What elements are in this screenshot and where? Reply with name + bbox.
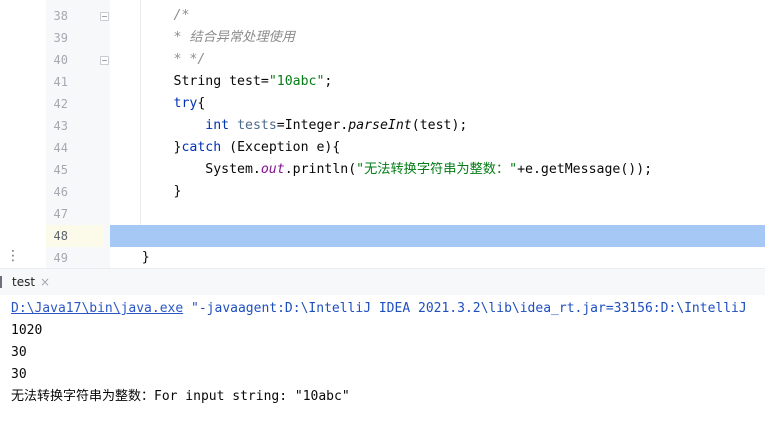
code-text: ; xyxy=(324,74,333,89)
keyword: catch xyxy=(181,140,222,155)
line-number: 40 xyxy=(53,53,68,67)
fold-end-icon[interactable] xyxy=(100,56,109,65)
command-args: "-javaagent:D:\IntelliJ IDEA 2021.3.2\li… xyxy=(183,301,747,316)
code-line-45: System.out.println("无法转换字符串为整数："+e.getMe… xyxy=(110,159,765,181)
line-number: 39 xyxy=(53,31,68,45)
java-exe-link[interactable]: D:\Java17\bin\java.exe xyxy=(11,301,183,316)
line-number: 46 xyxy=(53,185,68,199)
string-literal: "10abc" xyxy=(268,74,325,89)
keyword: int xyxy=(205,118,230,133)
tab-indicator xyxy=(0,276,2,288)
line-number: 49 xyxy=(53,251,68,265)
code-line-38: /* xyxy=(110,5,765,27)
code-line-44: }catch (Exception e){ xyxy=(110,137,765,159)
type-name: String xyxy=(173,74,222,89)
fold-markers xyxy=(99,5,109,268)
code-editor[interactable]: 38 39 40 41 42 43 44 45 46 47 48 49 /* *… xyxy=(0,0,765,268)
console-output-line: 无法转换字符串为整数：For input string: "10abc" xyxy=(11,389,350,404)
code-text: { xyxy=(197,96,206,111)
code-text: .println( xyxy=(284,162,357,177)
line-number: 42 xyxy=(53,97,68,111)
code-line-39: * 结合异常处理使用 xyxy=(110,27,765,49)
line-number: 38 xyxy=(53,9,68,23)
code-text: } xyxy=(141,250,150,265)
console-output[interactable]: D:\Java17\bin\java.exe "-javaagent:D:\In… xyxy=(0,295,765,422)
run-tab-test[interactable]: test × xyxy=(0,269,50,295)
line-number-current: 48 xyxy=(53,229,68,243)
tool-window-strip xyxy=(0,0,46,268)
static-method: parseInt xyxy=(348,118,412,133)
code-line-43: int tests=Integer.parseInt(test); xyxy=(110,115,765,137)
code-text: (test); xyxy=(411,118,468,133)
more-options-icon[interactable]: ⋮ xyxy=(6,247,20,265)
line-number: 44 xyxy=(53,141,68,155)
fold-collapse-icon[interactable] xyxy=(100,12,109,21)
comment: * 结合异常处理使用 xyxy=(173,30,295,45)
run-tool-window-header: test × xyxy=(0,268,765,295)
string-literal: "无法转换字符串为整数：" xyxy=(356,162,518,177)
static-field: out xyxy=(260,162,285,177)
keyword: try xyxy=(173,96,198,111)
line-numbers: 38 39 40 41 42 43 44 45 46 47 48 49 xyxy=(46,5,68,268)
code-text: } xyxy=(173,184,182,199)
code-line-40: * */ xyxy=(110,49,765,71)
console-command-line: D:\Java17\bin\java.exe "-javaagent:D:\In… xyxy=(11,298,765,320)
line-number: 47 xyxy=(53,207,68,221)
code-text: +e.getMessage()); xyxy=(517,162,653,177)
line-number: 45 xyxy=(53,163,68,177)
console-output-line: 30 xyxy=(11,345,27,360)
code-line-46: } xyxy=(110,181,765,203)
code-line-42: try{ xyxy=(110,93,765,115)
console-output-line: 30 xyxy=(11,367,27,382)
code-line-41: String test="10abc"; xyxy=(110,71,765,93)
close-icon[interactable]: × xyxy=(40,275,50,289)
line-number: 41 xyxy=(53,75,68,89)
console-output-line: 1020 xyxy=(11,323,43,338)
code-line-49: } xyxy=(110,247,765,268)
run-tab-label: test xyxy=(12,275,36,289)
variable-name: tests xyxy=(237,118,277,133)
code-text: test= xyxy=(221,74,269,89)
code-text: =Integer. xyxy=(276,118,349,133)
code-lines[interactable]: /* * 结合异常处理使用 * */ String test="10abc"; … xyxy=(110,5,765,268)
code-text: System. xyxy=(205,162,261,177)
line-number: 43 xyxy=(53,119,68,133)
comment: /* xyxy=(173,8,190,23)
code-text: (Exception e){ xyxy=(221,140,341,155)
comment: * */ xyxy=(173,52,206,67)
